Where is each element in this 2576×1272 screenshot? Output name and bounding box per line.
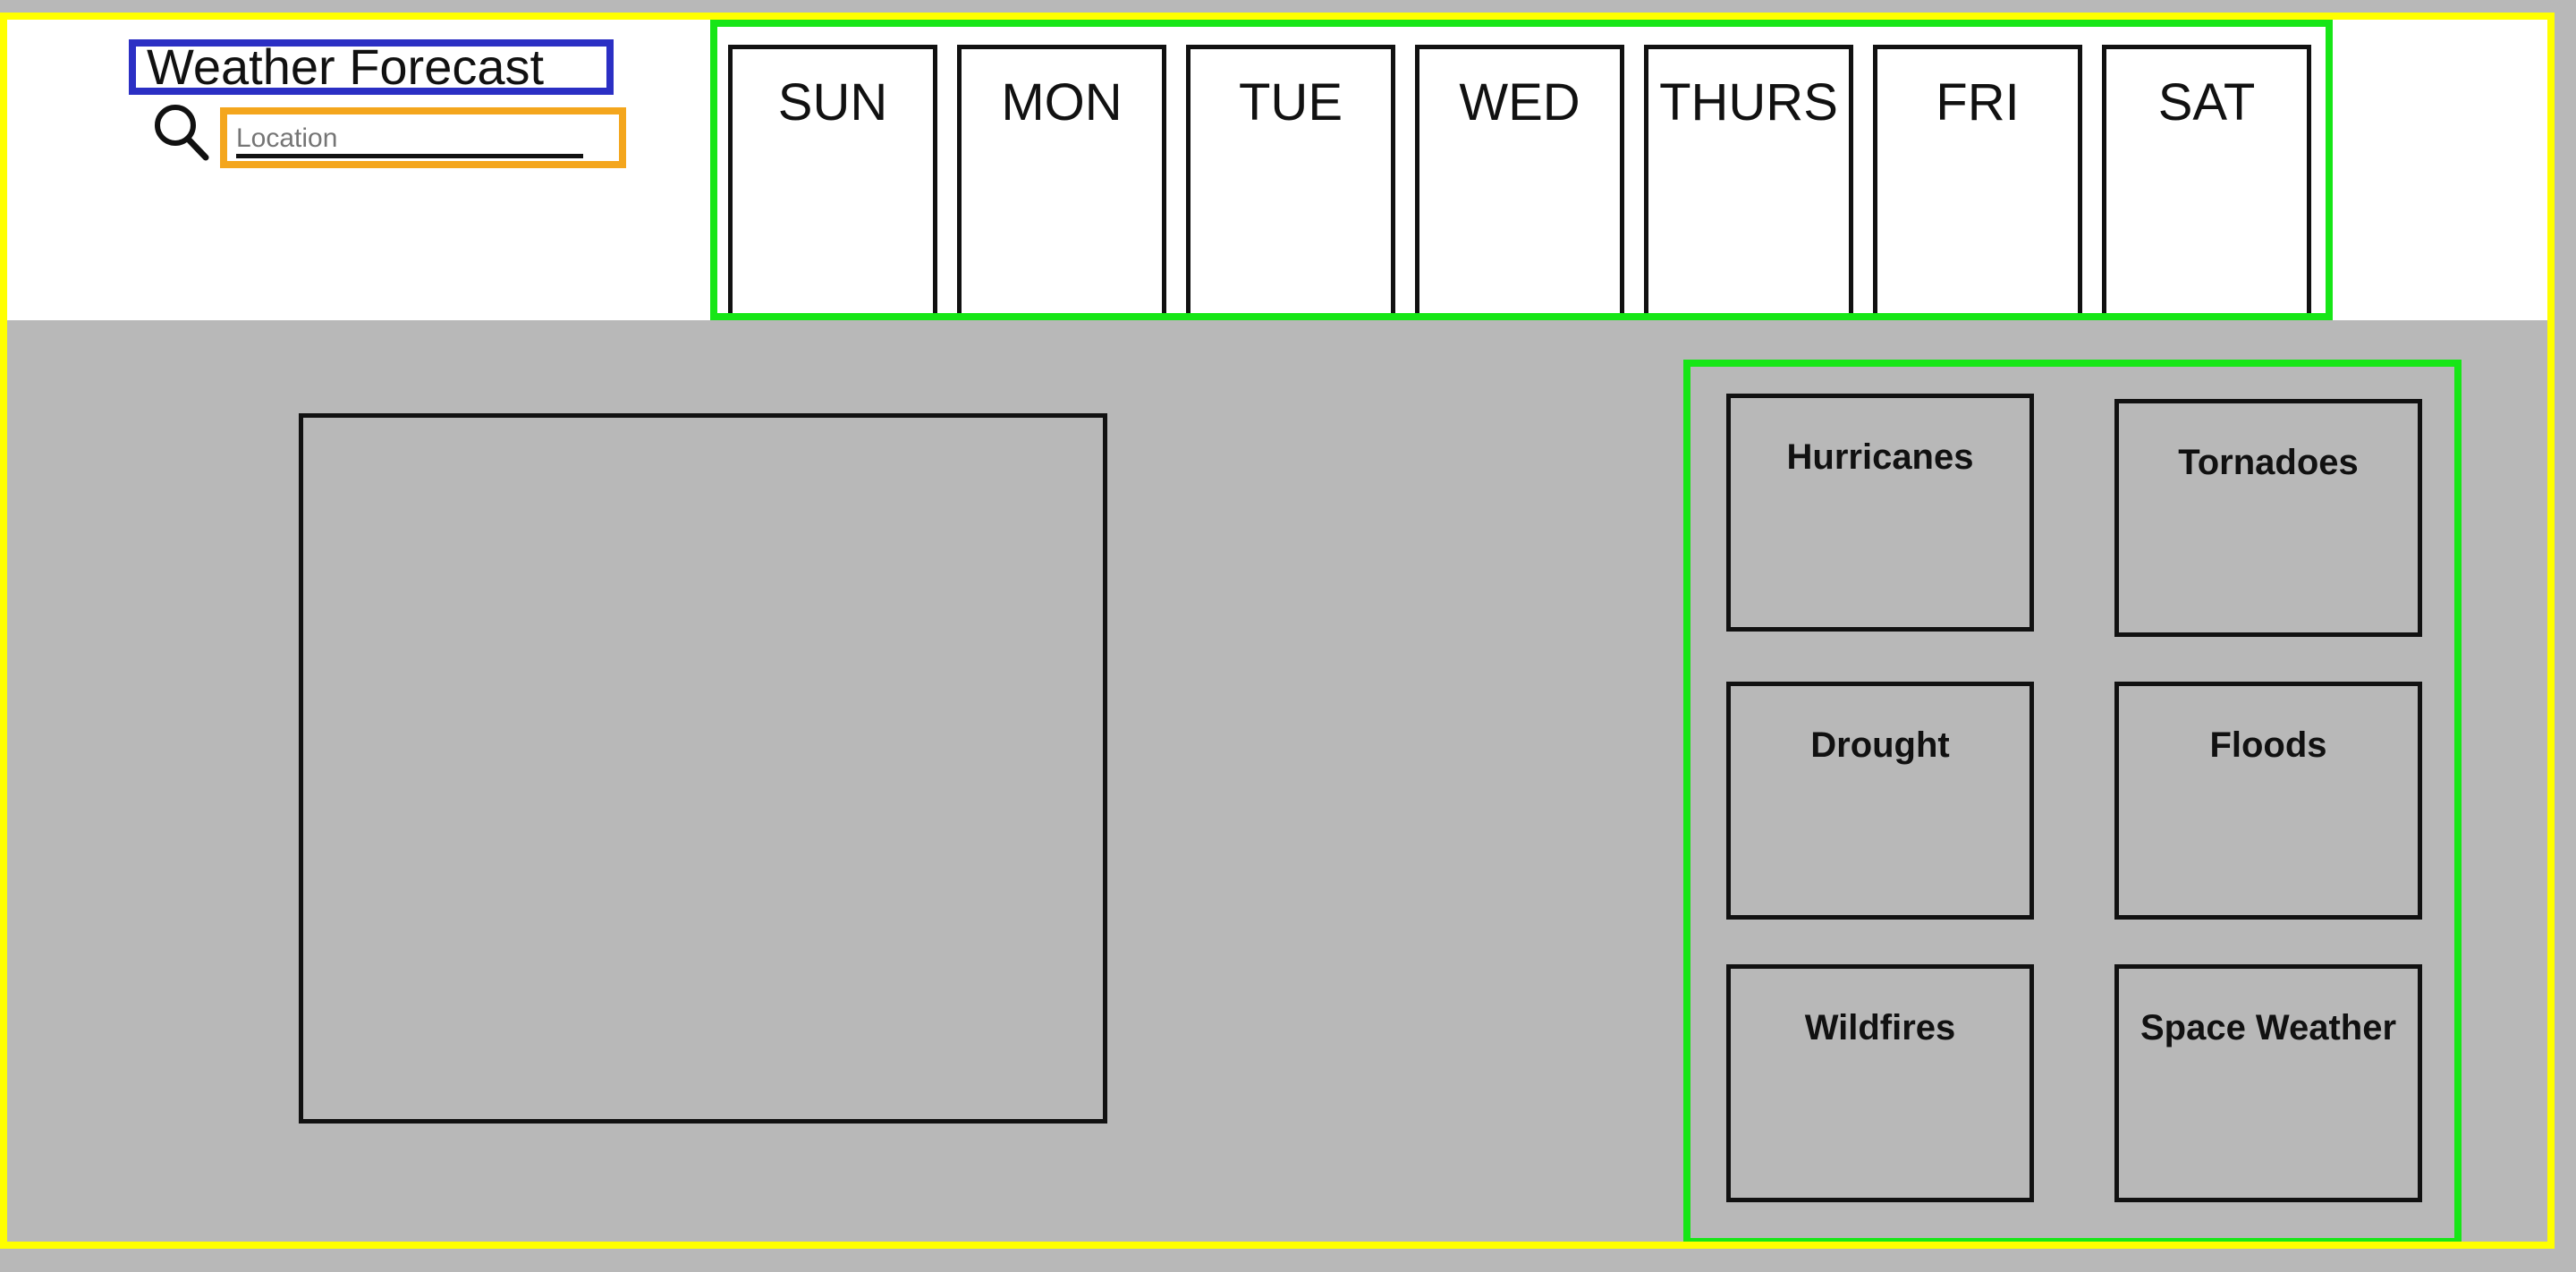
location-search-box[interactable] [220, 107, 626, 168]
page-title: Weather Forecast [129, 39, 614, 95]
hazards-group: Hurricanes Tornadoes Drought Floods Wild… [1683, 360, 2462, 1242]
hazard-card-wildfires[interactable]: Wildfires [1726, 964, 2034, 1202]
hazard-card-tornadoes[interactable]: Tornadoes [2114, 399, 2422, 637]
weather-map-panel[interactable] [299, 413, 1107, 1124]
day-label: WED [1459, 73, 1580, 131]
day-card-sat[interactable]: SAT [2102, 45, 2311, 313]
hazard-label: Wildfires [1804, 1008, 1956, 1047]
hazard-label: Hurricanes [1786, 437, 1974, 477]
location-underline [236, 154, 583, 158]
day-label: SUN [777, 73, 888, 131]
hazard-card-hurricanes[interactable]: Hurricanes [1726, 394, 2034, 632]
day-label: MON [1001, 73, 1123, 131]
day-card-thurs[interactable]: THURS [1644, 45, 1853, 313]
day-card-mon[interactable]: MON [957, 45, 1166, 313]
day-card-wed[interactable]: WED [1415, 45, 1624, 313]
page-frame: Weather Forecast SUN MON TUE WED THURS F… [0, 13, 2555, 1249]
hazard-card-floods[interactable]: Floods [2114, 682, 2422, 920]
day-label: TUE [1239, 73, 1343, 131]
hazard-label: Floods [2209, 725, 2327, 765]
bottom-edge [0, 1249, 2576, 1272]
search-icon[interactable] [148, 98, 211, 170]
day-card-tue[interactable]: TUE [1186, 45, 1395, 313]
hazard-card-drought[interactable]: Drought [1726, 682, 2034, 920]
day-label: THURS [1659, 73, 1838, 131]
hazard-label: Drought [1810, 725, 1950, 765]
day-card-sun[interactable]: SUN [728, 45, 937, 313]
day-label: SAT [2157, 73, 2256, 131]
location-input[interactable] [234, 120, 587, 157]
hazard-label: Tornadoes [2178, 443, 2359, 482]
day-card-fri[interactable]: FRI [1873, 45, 2082, 313]
hazard-card-space-weather[interactable]: Space Weather [2114, 964, 2422, 1202]
forecast-days-group: SUN MON TUE WED THURS FRI SAT [710, 20, 2333, 320]
day-label: FRI [1936, 73, 2020, 131]
hazard-label: Space Weather [2140, 1008, 2397, 1047]
